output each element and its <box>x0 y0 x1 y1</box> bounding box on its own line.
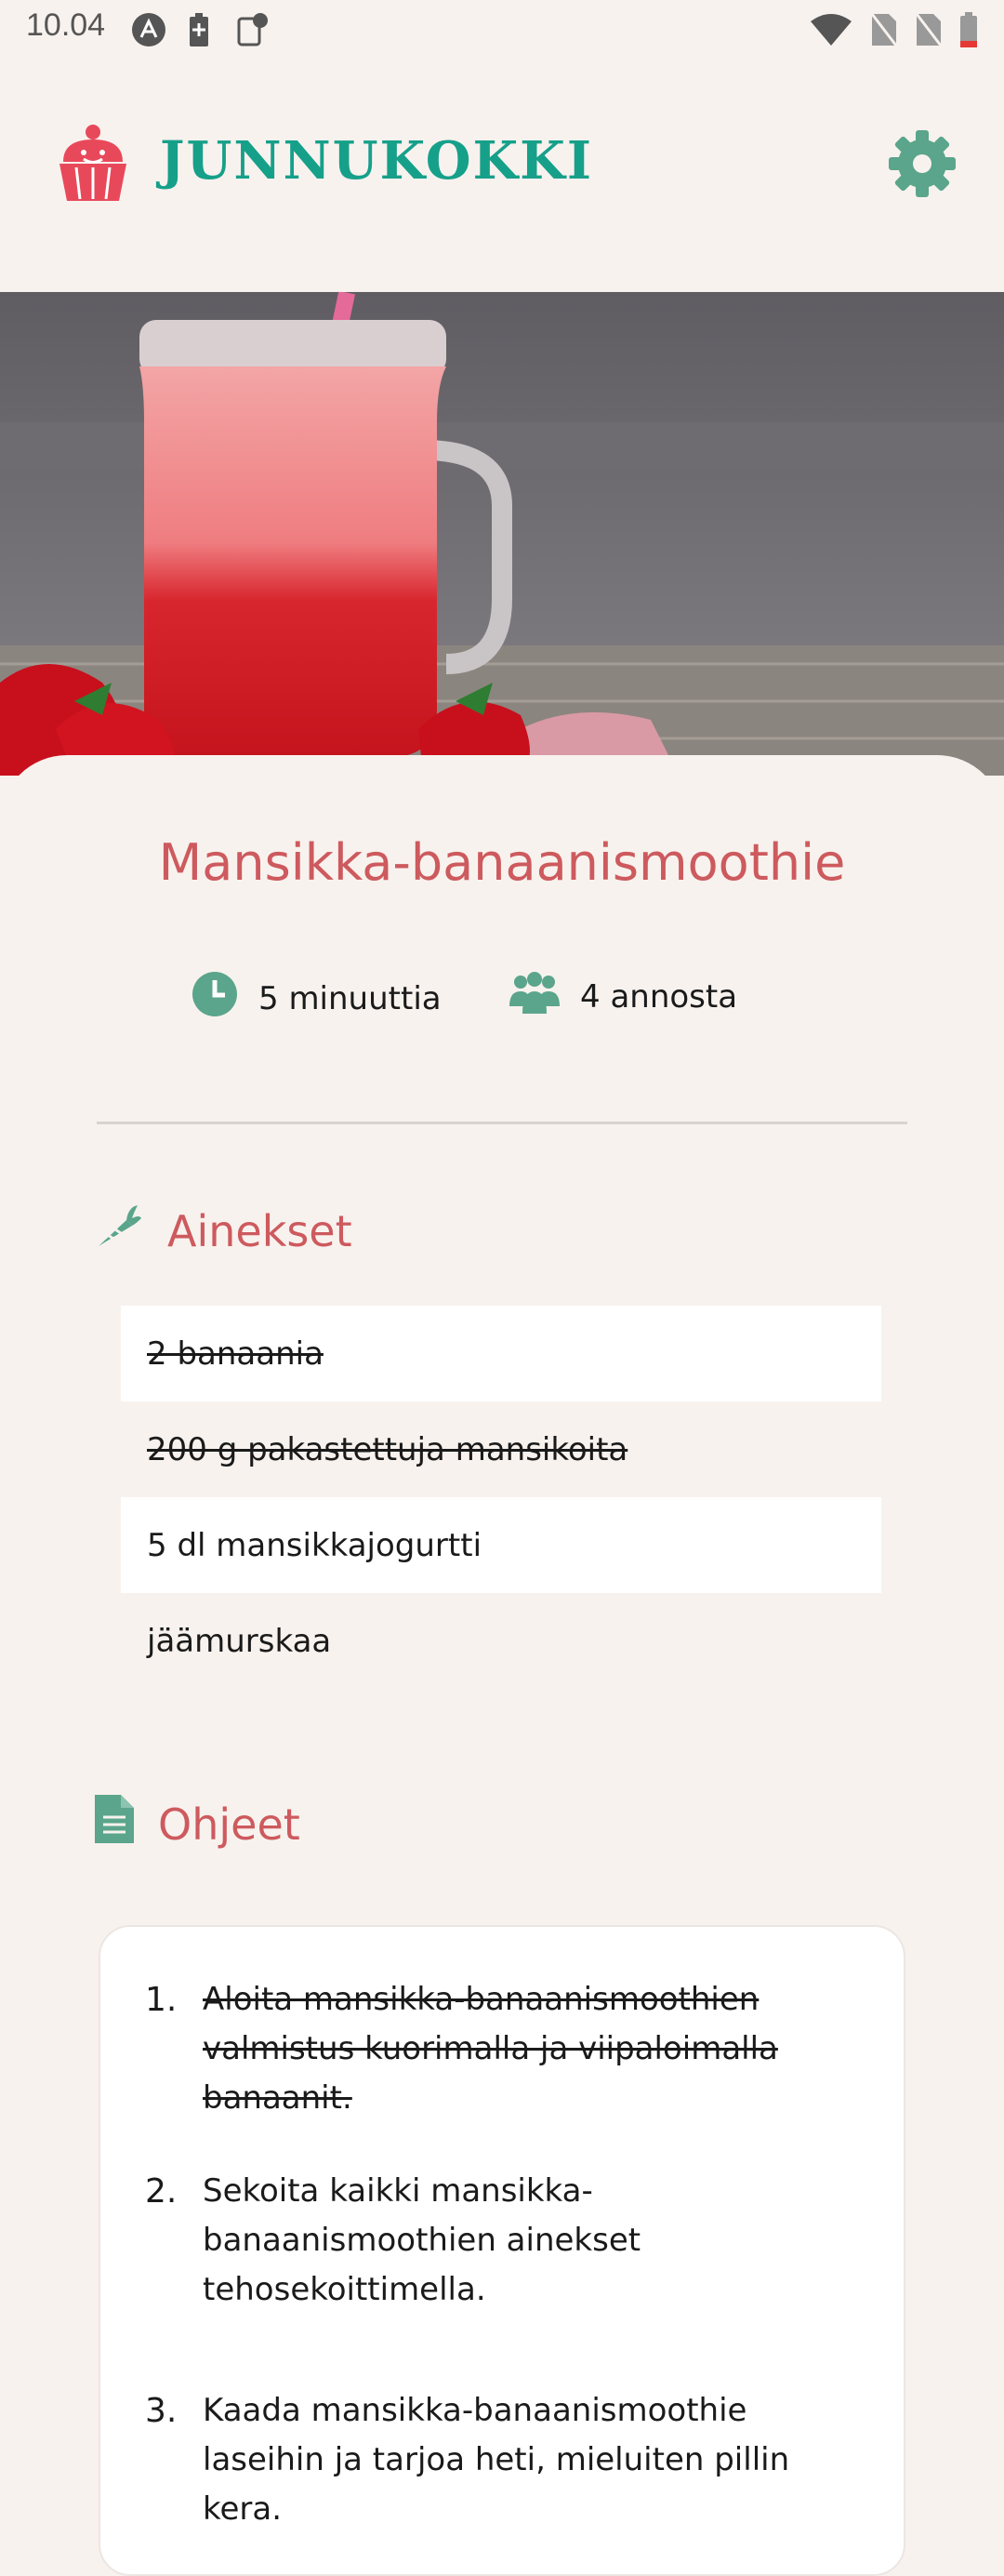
recipe-content: Mansikka-banaanismoothie 5 minuuttia 4 a… <box>0 755 1004 2576</box>
gear-icon[interactable] <box>887 128 958 203</box>
no-sim-icon <box>870 12 898 51</box>
cupcake-icon[interactable] <box>56 123 130 206</box>
step-number: 2. <box>145 2172 178 2211</box>
app-brand: JUNNUKOKKI <box>160 130 594 192</box>
step-text: Sekoita kaikki mansikka-banaanismoothien… <box>203 2172 641 2308</box>
status-bar: 10.04 <box>0 0 1004 58</box>
servings-label: 4 annosta <box>580 977 738 1016</box>
ingredients-heading: Ainekset <box>95 1202 352 1260</box>
ingredient-item[interactable]: 200 g pakastettuja mansikoita <box>121 1401 881 1497</box>
step-number: 1. <box>145 1981 178 2019</box>
status-time: 10.04 <box>26 7 106 43</box>
battery-low-icon <box>959 11 978 52</box>
no-sim-icon <box>915 12 943 51</box>
recipe-title: Mansikka-banaanismoothie <box>158 833 846 892</box>
screenshot-icon <box>236 11 270 52</box>
step-text: Aloita mansikka-banaanismoothien valmist… <box>203 1981 778 2117</box>
instructions-card: 1. Aloita mansikka-banaanismoothien valm… <box>99 1925 905 2576</box>
instructions-heading-label: Ohjeet <box>158 1799 300 1850</box>
prep-time-label: 5 minuuttia <box>258 979 442 1017</box>
ingredient-list: 2 banaania 200 g pakastettuja mansikoita… <box>121 1306 881 1689</box>
people-icon <box>509 971 560 1022</box>
notification-a-icon <box>130 11 167 52</box>
ingredient-item[interactable]: jäämurskaa <box>121 1593 881 1689</box>
step-text: Kaada mansikka-banaanismoothie laseihin … <box>203 2392 790 2528</box>
instruction-step[interactable]: 2. Sekoita kaikki mansikka-banaanismooth… <box>145 2167 852 2315</box>
instruction-step[interactable]: 1. Aloita mansikka-banaanismoothien valm… <box>145 1975 852 2123</box>
battery-saver-icon <box>188 11 210 52</box>
recipe-hero-image <box>0 292 1004 776</box>
wifi-icon <box>809 12 853 51</box>
prep-time: 5 minuuttia <box>192 971 442 1026</box>
ingredients-heading-label: Ainekset <box>167 1205 352 1256</box>
ingredient-item[interactable]: 5 dl mansikkajogurtti <box>121 1497 881 1593</box>
instructions-heading: Ohjeet <box>95 1795 300 1853</box>
carrot-icon <box>95 1202 143 1260</box>
instruction-step[interactable]: 3. Kaada mansikka-banaanismoothie laseih… <box>145 2386 852 2534</box>
ingredient-item[interactable]: 2 banaania <box>121 1306 881 1401</box>
app-header: JUNNUKOKKI <box>0 58 1004 292</box>
servings: 4 annosta <box>509 971 737 1022</box>
document-icon <box>95 1795 134 1853</box>
step-number: 3. <box>145 2392 178 2430</box>
clock-icon <box>192 971 238 1026</box>
divider <box>97 1122 907 1124</box>
